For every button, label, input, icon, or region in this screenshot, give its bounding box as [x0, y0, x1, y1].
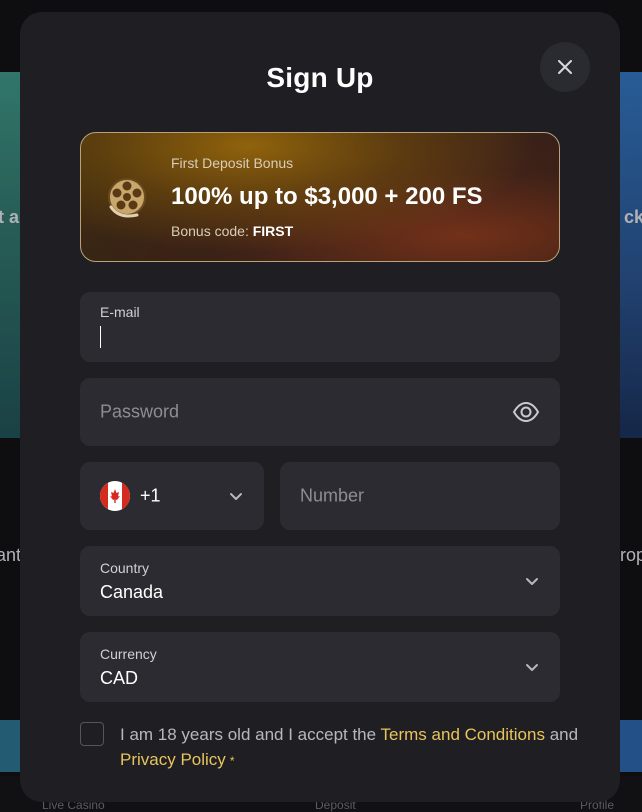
modal-title: Sign Up: [266, 62, 374, 93]
currency-value: CAD: [100, 668, 139, 688]
phone-country-code-select[interactable]: +1: [80, 462, 264, 530]
password-field[interactable]: Password: [80, 378, 560, 446]
password-placeholder: Password: [100, 401, 180, 422]
chevron-down-icon: [526, 664, 538, 671]
age-terms-checkbox[interactable]: [80, 722, 104, 746]
chevron-down-icon: [230, 493, 242, 500]
bonus-card: First Deposit Bonus 100% up to $3,000 + …: [80, 132, 560, 262]
bonus-code-label: Bonus code:: [171, 223, 249, 239]
email-field[interactable]: E-mail: [80, 292, 560, 362]
chevron-down-icon: [526, 578, 538, 585]
dial-code: +1: [140, 485, 161, 506]
film-reel-icon: [108, 178, 146, 218]
bonus-subtitle: First Deposit Bonus: [171, 155, 294, 171]
consent-prefix: I am 18 years old and I accept the: [120, 725, 377, 744]
country-select[interactable]: Country Canada: [80, 546, 560, 616]
currency-select[interactable]: Currency CAD: [80, 632, 560, 702]
phone-number-field[interactable]: Number: [280, 462, 560, 530]
signup-modal: Sign Up First Deposit Bonus 100% up to $…: [20, 12, 620, 802]
canada-flag-icon: [100, 481, 130, 511]
phone-number-placeholder: Number: [300, 485, 365, 506]
currency-label: Currency: [100, 646, 157, 662]
consent-and: and: [549, 725, 579, 744]
eye-icon[interactable]: [512, 398, 540, 426]
bonus-headline: 100% up to $3,000 + 200 FS: [171, 183, 483, 210]
privacy-policy-link[interactable]: Privacy Policy: [120, 750, 226, 769]
bonus-code-value: FIRST: [252, 223, 294, 239]
terms-link[interactable]: Terms and Conditions: [381, 725, 545, 744]
bonus-code: Bonus code: FIRST: [171, 223, 293, 239]
country-label: Country: [100, 560, 150, 576]
email-label: E-mail: [100, 304, 140, 320]
text-cursor: [100, 326, 101, 348]
required-marker: *: [229, 754, 235, 768]
consent-text: I am 18 years old and I accept the Terms…: [120, 722, 580, 774]
country-value: Canada: [100, 582, 164, 602]
